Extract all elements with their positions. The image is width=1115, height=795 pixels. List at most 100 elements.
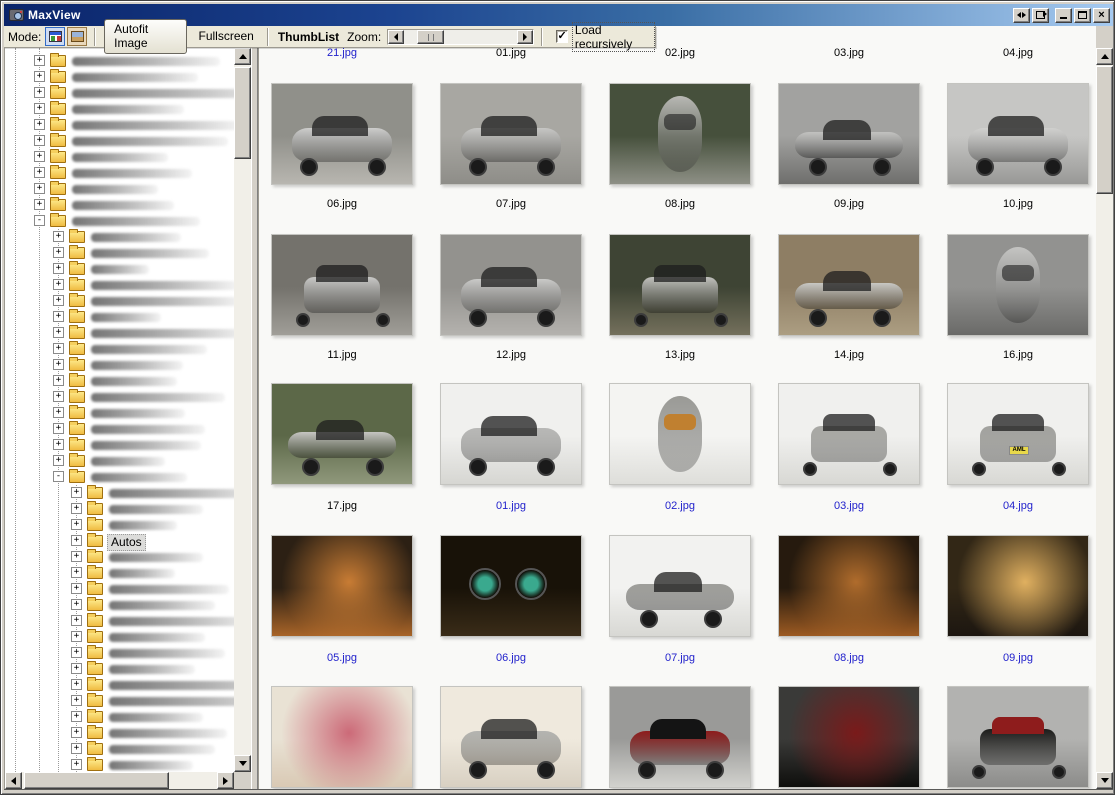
expand-expander-icon[interactable]: + xyxy=(71,615,82,626)
thumbnail-image[interactable] xyxy=(440,83,582,185)
tree-item[interactable]: + xyxy=(5,613,234,629)
thumbnail-image[interactable] xyxy=(778,83,920,185)
tree-scroll-left-button[interactable] xyxy=(5,772,22,789)
thumbnail-image[interactable] xyxy=(778,686,920,788)
expand-expander-icon[interactable]: + xyxy=(34,135,45,146)
thumbnail-image[interactable] xyxy=(271,83,413,185)
tree-item[interactable]: + xyxy=(5,405,234,421)
expand-expander-icon[interactable]: + xyxy=(71,759,82,770)
zoom-slider-track[interactable] xyxy=(404,30,517,44)
tree-item[interactable]: + xyxy=(5,661,234,677)
expand-expander-icon[interactable]: + xyxy=(34,199,45,210)
tree-item[interactable]: + xyxy=(5,245,234,261)
thumbnail-image[interactable] xyxy=(271,383,413,485)
expand-expander-icon[interactable]: + xyxy=(53,247,64,258)
tree-item[interactable]: + xyxy=(5,261,234,277)
thumbnail-image[interactable] xyxy=(947,686,1089,788)
expand-expander-icon[interactable]: + xyxy=(34,55,45,66)
expand-expander-icon[interactable]: + xyxy=(53,391,64,402)
tree-item[interactable]: + xyxy=(5,181,234,197)
tree-item[interactable]: + xyxy=(5,373,234,389)
tree-item[interactable]: + xyxy=(5,309,234,325)
tree-item[interactable]: + xyxy=(5,501,234,517)
thumbnail-image[interactable] xyxy=(440,383,582,485)
tree-item[interactable]: - xyxy=(5,213,234,229)
expand-expander-icon[interactable]: + xyxy=(53,231,64,242)
thumbnail-image[interactable] xyxy=(440,535,582,637)
thumbs-scroll-up-button[interactable] xyxy=(1096,48,1113,65)
tree-scroll-down-button[interactable] xyxy=(234,755,251,772)
thumbs-vscroll-thumb[interactable] xyxy=(1096,66,1113,194)
detach-window-button[interactable] xyxy=(1032,8,1049,23)
thumbnail-image[interactable] xyxy=(271,234,413,336)
tree-item[interactable]: + xyxy=(5,117,234,133)
expand-expander-icon[interactable]: + xyxy=(71,663,82,674)
close-button[interactable]: × xyxy=(1093,8,1110,23)
expand-expander-icon[interactable]: + xyxy=(34,71,45,82)
tree-item[interactable]: + xyxy=(5,629,234,645)
expand-expander-icon[interactable]: + xyxy=(53,375,64,386)
expand-expander-icon[interactable]: + xyxy=(53,439,64,450)
tree-horizontal-scrollbar[interactable] xyxy=(5,772,234,789)
tree-vscroll-track[interactable] xyxy=(234,65,251,755)
maximize-button[interactable] xyxy=(1074,8,1091,23)
tree-item[interactable]: + xyxy=(5,277,234,293)
thumbnail-image[interactable] xyxy=(271,686,413,788)
expand-expander-icon[interactable]: + xyxy=(71,583,82,594)
tree-item[interactable]: + xyxy=(5,437,234,453)
zoom-slider[interactable] xyxy=(387,29,534,45)
expand-expander-icon[interactable]: + xyxy=(53,311,64,322)
expand-expander-icon[interactable]: + xyxy=(34,167,45,178)
thumbs-scroll-down-button[interactable] xyxy=(1096,772,1113,789)
tree-item[interactable]: - xyxy=(5,469,234,485)
expand-expander-icon[interactable]: + xyxy=(34,103,45,114)
fullscreen-button[interactable]: Fullscreen xyxy=(190,27,261,46)
tree-item[interactable]: + xyxy=(5,421,234,437)
expand-expander-icon[interactable]: + xyxy=(71,631,82,642)
thumbnail-image[interactable] xyxy=(609,686,751,788)
expand-expander-icon[interactable]: + xyxy=(53,327,64,338)
expand-expander-icon[interactable]: + xyxy=(53,279,64,290)
minimize-button[interactable] xyxy=(1055,8,1072,23)
autofit-image-button[interactable]: Autofit Image xyxy=(104,19,187,54)
tree-item[interactable]: + xyxy=(5,565,234,581)
thumbnail-image[interactable] xyxy=(271,535,413,637)
tree-item[interactable]: + xyxy=(5,741,234,757)
expand-expander-icon[interactable]: + xyxy=(53,455,64,466)
horizontal-resize-button[interactable] xyxy=(1013,8,1030,23)
tree-item[interactable]: + xyxy=(5,229,234,245)
tree-item[interactable]: + xyxy=(5,725,234,741)
expand-expander-icon[interactable]: + xyxy=(53,263,64,274)
tree-vertical-scrollbar[interactable] xyxy=(234,48,251,772)
expand-expander-icon[interactable]: + xyxy=(71,647,82,658)
expand-expander-icon[interactable]: + xyxy=(53,359,64,370)
zoom-slider-thumb[interactable] xyxy=(417,30,444,44)
tree-item[interactable]: + xyxy=(5,549,234,565)
tree-item[interactable]: + xyxy=(5,693,234,709)
expand-expander-icon[interactable]: + xyxy=(71,503,82,514)
tree-item[interactable]: + xyxy=(5,757,234,772)
expand-expander-icon[interactable]: + xyxy=(53,343,64,354)
tree-scroll-up-button[interactable] xyxy=(234,48,251,65)
collapse-expander-icon[interactable]: - xyxy=(34,215,45,226)
tree-item[interactable]: + xyxy=(5,165,234,181)
expand-expander-icon[interactable]: + xyxy=(71,535,82,546)
tree-item[interactable]: + xyxy=(5,597,234,613)
expand-expander-icon[interactable]: + xyxy=(71,695,82,706)
thumbnail-vertical-scrollbar[interactable] xyxy=(1096,48,1113,789)
tree-item[interactable]: + xyxy=(5,645,234,661)
tree-item[interactable]: + xyxy=(5,149,234,165)
thumbnail-image[interactable] xyxy=(778,234,920,336)
expand-expander-icon[interactable]: + xyxy=(53,295,64,306)
tree-item[interactable]: + xyxy=(5,197,234,213)
expand-expander-icon[interactable]: + xyxy=(34,119,45,130)
expand-expander-icon[interactable]: + xyxy=(34,183,45,194)
thumbnail-image[interactable] xyxy=(440,234,582,336)
expand-expander-icon[interactable]: + xyxy=(71,519,82,530)
thumbnail-image[interactable] xyxy=(947,83,1089,185)
browser-mode-button[interactable] xyxy=(45,27,65,46)
expand-expander-icon[interactable]: + xyxy=(53,423,64,434)
expand-expander-icon[interactable]: + xyxy=(34,151,45,162)
tree-hscroll-thumb[interactable] xyxy=(24,772,169,789)
thumbnail-image[interactable] xyxy=(778,383,920,485)
